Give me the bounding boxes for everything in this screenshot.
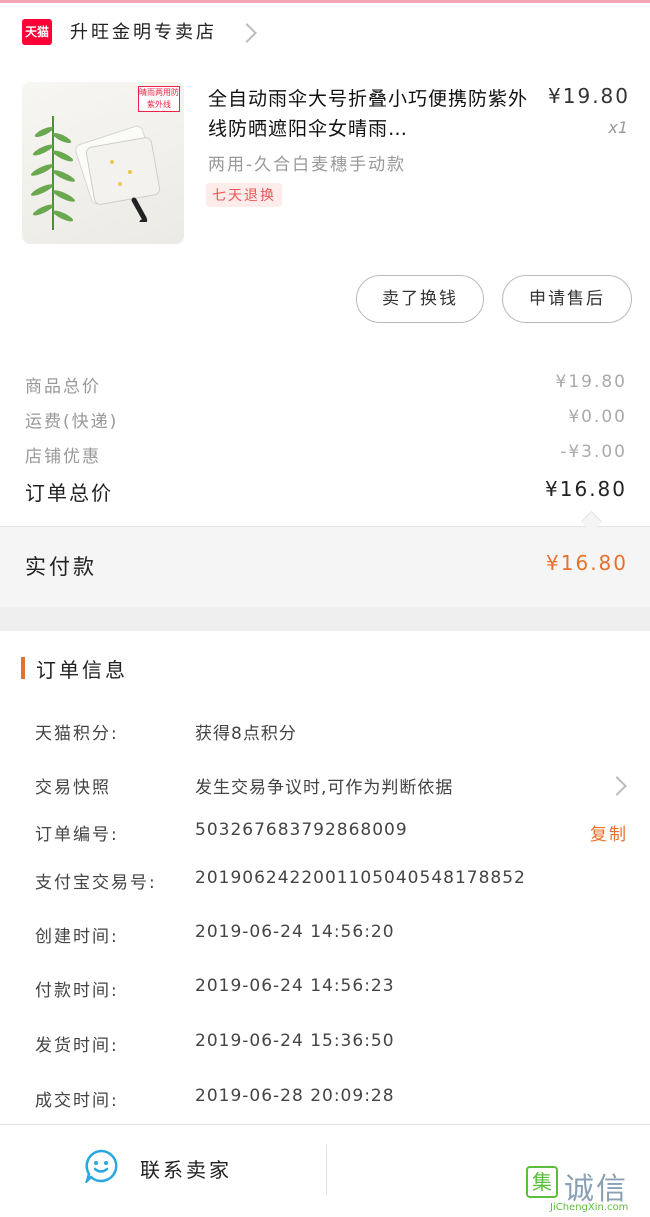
info-value: 2019-06-24 14:56:23 [195,976,395,996]
info-value: 发生交易争议时,可作为判断依据 [195,778,454,798]
tmall-logo: 天猫 [22,19,52,45]
section-gap [0,607,650,631]
watermark-url: JiChengXin.com [550,1202,629,1213]
info-row-points: 天猫积分: 获得8点积分 [35,715,630,745]
product-image[interactable]: 晴雨两用防紫外线 [22,82,184,244]
discount-value: -¥3.00 [560,442,627,462]
shipping-label: 运费(快递) [25,412,119,432]
info-label: 交易快照 [35,778,111,798]
info-row-alipay-number: 支付宝交易号: 2019062422001105040548178852 [35,864,630,894]
resell-button[interactable]: 卖了换钱 [356,275,484,323]
info-value: 2019-06-24 15:36:50 [195,1031,395,1051]
after-sale-button[interactable]: 申请售后 [502,275,632,323]
info-label: 订单编号: [35,825,119,845]
product-quantity: x1 [608,118,628,137]
info-value: 2019-06-24 14:56:20 [195,922,395,942]
discount-label: 店铺优惠 [25,447,101,467]
shop-name[interactable]: 升旺金明专卖店 [70,18,217,44]
top-accent-line [0,0,650,3]
info-label: 付款时间: [35,981,119,1001]
order-total-value: ¥16.80 [545,477,627,501]
info-row-snapshot[interactable]: 交易快照 发生交易争议时,可作为判断依据 [35,769,630,799]
contact-seller-label: 联系卖家 [140,1158,232,1182]
info-label: 成交时间: [35,1091,119,1111]
chevron-right-icon[interactable] [237,23,257,43]
order-info-title: 订单信息 [36,658,128,682]
section-accent-bar [21,657,25,679]
info-row-order-number: 订单编号: 503267683792868009 复制 [35,816,630,846]
site-watermark: 集 诚信 JiChengXin.com [526,1166,646,1216]
product-image-badge: 晴雨两用防紫外线 [138,86,180,112]
info-label: 创建时间: [35,927,119,947]
info-label: 发货时间: [35,1036,119,1056]
info-row-shipped-time: 发货时间: 2019-06-24 15:36:50 [35,1027,630,1057]
watermark-logo: 集 [526,1166,558,1198]
product-price: ¥19.80 [548,84,630,108]
goods-total-label: 商品总价 [25,377,101,397]
info-value: 获得8点积分 [195,724,297,744]
paid-value: ¥16.80 [546,551,628,575]
paid-amount-panel: 实付款 ¥16.80 [0,527,650,607]
umbrella-illustration [75,125,161,222]
chevron-right-icon[interactable] [607,776,627,796]
copy-button[interactable]: 复制 [590,820,628,845]
info-value: 2019-06-28 20:09:28 [195,1086,395,1106]
order-total-label: 订单总价 [25,481,113,505]
info-row-paid-time: 付款时间: 2019-06-24 14:56:23 [35,972,630,1002]
fern-leaf-decoration [31,116,75,230]
chat-bubble-icon [85,1149,118,1183]
return-policy-tag: 七天退换 [206,183,282,207]
paid-label: 实付款 [25,555,97,579]
shipping-value: ¥0.00 [568,407,627,427]
info-label: 支付宝交易号: [35,873,157,893]
info-row-created-time: 创建时间: 2019-06-24 14:56:20 [35,918,630,948]
info-row-deal-time: 成交时间: 2019-06-28 20:09:28 [35,1082,630,1112]
info-value: 503267683792868009 [195,820,408,840]
shop-header[interactable]: 天猫 升旺金明专卖店 [0,10,650,54]
info-value: 2019062422001105040548178852 [195,868,526,888]
info-label: 天猫积分: [35,724,119,744]
product-title[interactable]: 全自动雨伞大号折叠小巧便携防紫外线防晒遮阳伞女晴雨… [208,84,528,144]
goods-total-value: ¥19.80 [555,372,627,392]
product-spec: 两用-久合白麦穗手动款 [208,155,407,175]
bar-separator [326,1145,327,1195]
